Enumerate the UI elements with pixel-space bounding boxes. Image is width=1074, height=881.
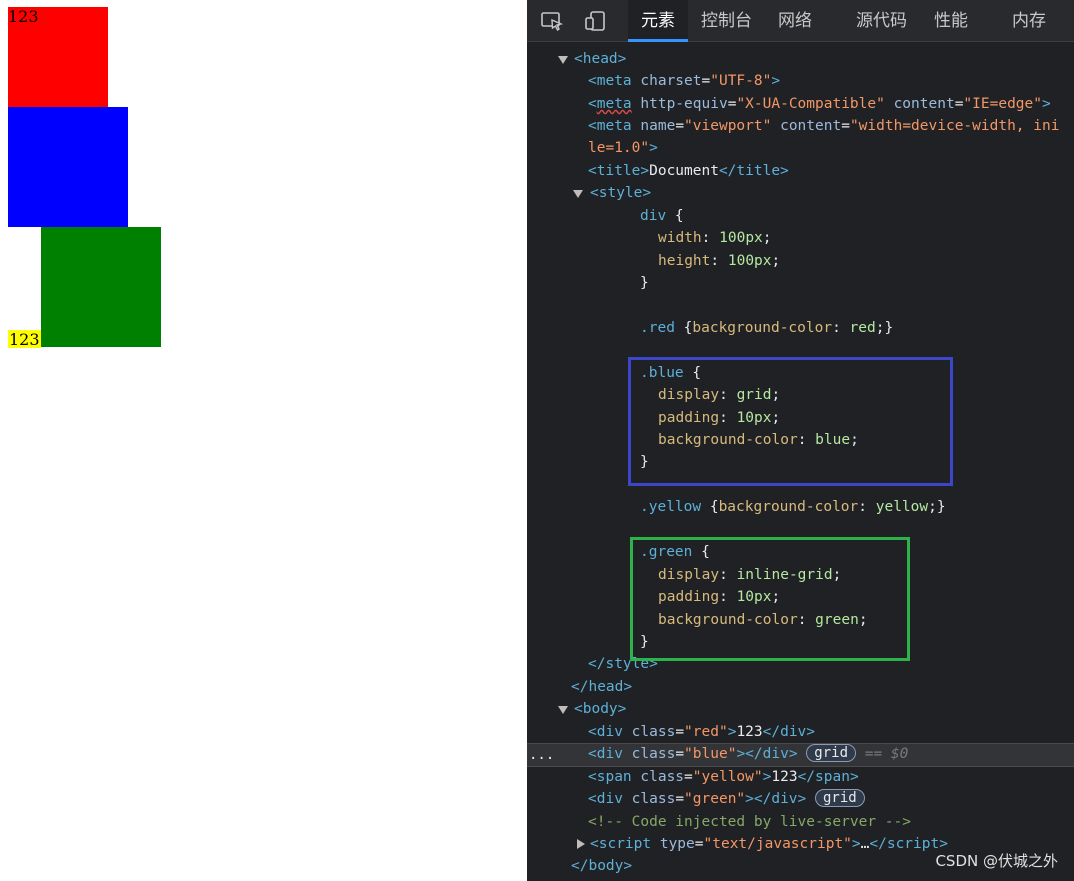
- node-actions-dots[interactable]: ...: [529, 744, 554, 766]
- meta-viewport-cont-line: le=1.0">: [588, 140, 658, 156]
- rendered-page: 123 123: [0, 0, 527, 881]
- style-open-line[interactable]: <style>: [590, 182, 651, 204]
- title-line[interactable]: <title>Document</title>: [588, 160, 789, 182]
- green-div[interactable]: [41, 227, 161, 347]
- highlight-blue-rule: [628, 357, 953, 486]
- highlight-green-rule: [630, 537, 910, 661]
- script-line[interactable]: <script type="text/javascript">…</script…: [590, 833, 948, 855]
- collapse-head-icon[interactable]: [558, 56, 568, 64]
- inspect-icon[interactable]: [540, 10, 564, 32]
- css-div-close-line: }: [640, 275, 649, 291]
- red-div[interactable]: 123: [8, 7, 108, 107]
- head-open-line[interactable]: <head>: [574, 48, 626, 70]
- div-red-line[interactable]: <div class="red">123</div>: [588, 721, 815, 743]
- watermark: CSDN @伏城之外: [935, 852, 1058, 870]
- body-close-line[interactable]: </body>: [571, 855, 632, 877]
- device-toggle-icon[interactable]: [584, 10, 608, 32]
- grid-badge-blue[interactable]: grid: [806, 744, 856, 762]
- devtools-panel: 元素 控制台 网络 源代码 性能 内存 <head> <meta charset…: [527, 0, 1074, 881]
- tab-network[interactable]: 网络: [778, 0, 812, 42]
- yellow-span[interactable]: 123: [8, 330, 41, 349]
- devtools-toolbar: 元素 控制台 网络 源代码 性能 内存: [527, 0, 1074, 42]
- tab-memory[interactable]: 内存: [1012, 0, 1046, 42]
- blue-div[interactable]: [8, 107, 128, 227]
- collapse-style-icon[interactable]: [573, 190, 583, 198]
- tab-sources[interactable]: 源代码: [856, 0, 907, 42]
- expand-script-icon[interactable]: [577, 839, 585, 849]
- css-yellow-line: .yellow {background-color: yellow;}: [640, 499, 946, 515]
- meta-compat-line[interactable]: <meta http-equiv="X-UA-Compatible" conte…: [588, 93, 1051, 115]
- div-blue-line[interactable]: <div class="blue"></div> grid == $0: [588, 743, 908, 765]
- meta-charset-line[interactable]: <meta charset="UTF-8">: [588, 70, 780, 92]
- collapse-body-icon[interactable]: [558, 706, 568, 714]
- css-height-line: height: 100px;: [658, 253, 781, 269]
- meta-viewport-line[interactable]: <meta name="viewport" content="width=dev…: [588, 115, 1059, 137]
- red-div-text: 123: [8, 7, 39, 26]
- dom-tree: <head> <meta charset="UTF-8"> <meta http…: [527, 43, 1074, 881]
- body-open-line[interactable]: <body>: [574, 698, 626, 720]
- div-green-line[interactable]: <div class="green"></div> grid: [588, 788, 865, 810]
- tab-console[interactable]: 控制台: [701, 0, 752, 42]
- css-red-line: .red {background-color: red;}: [640, 320, 894, 336]
- tab-performance[interactable]: 性能: [934, 0, 968, 42]
- css-div-line: div {: [640, 208, 684, 224]
- tab-elements[interactable]: 元素: [628, 0, 688, 42]
- comment-line[interactable]: <!-- Code injected by live-server -->: [588, 811, 911, 833]
- span-yellow-line[interactable]: <span class="yellow">123</span>: [588, 766, 859, 788]
- selected-marker: == $0: [864, 746, 909, 762]
- grid-badge-green[interactable]: grid: [815, 789, 865, 807]
- css-width-line: width: 100px;: [658, 230, 772, 246]
- head-close-line[interactable]: </head>: [571, 676, 632, 698]
